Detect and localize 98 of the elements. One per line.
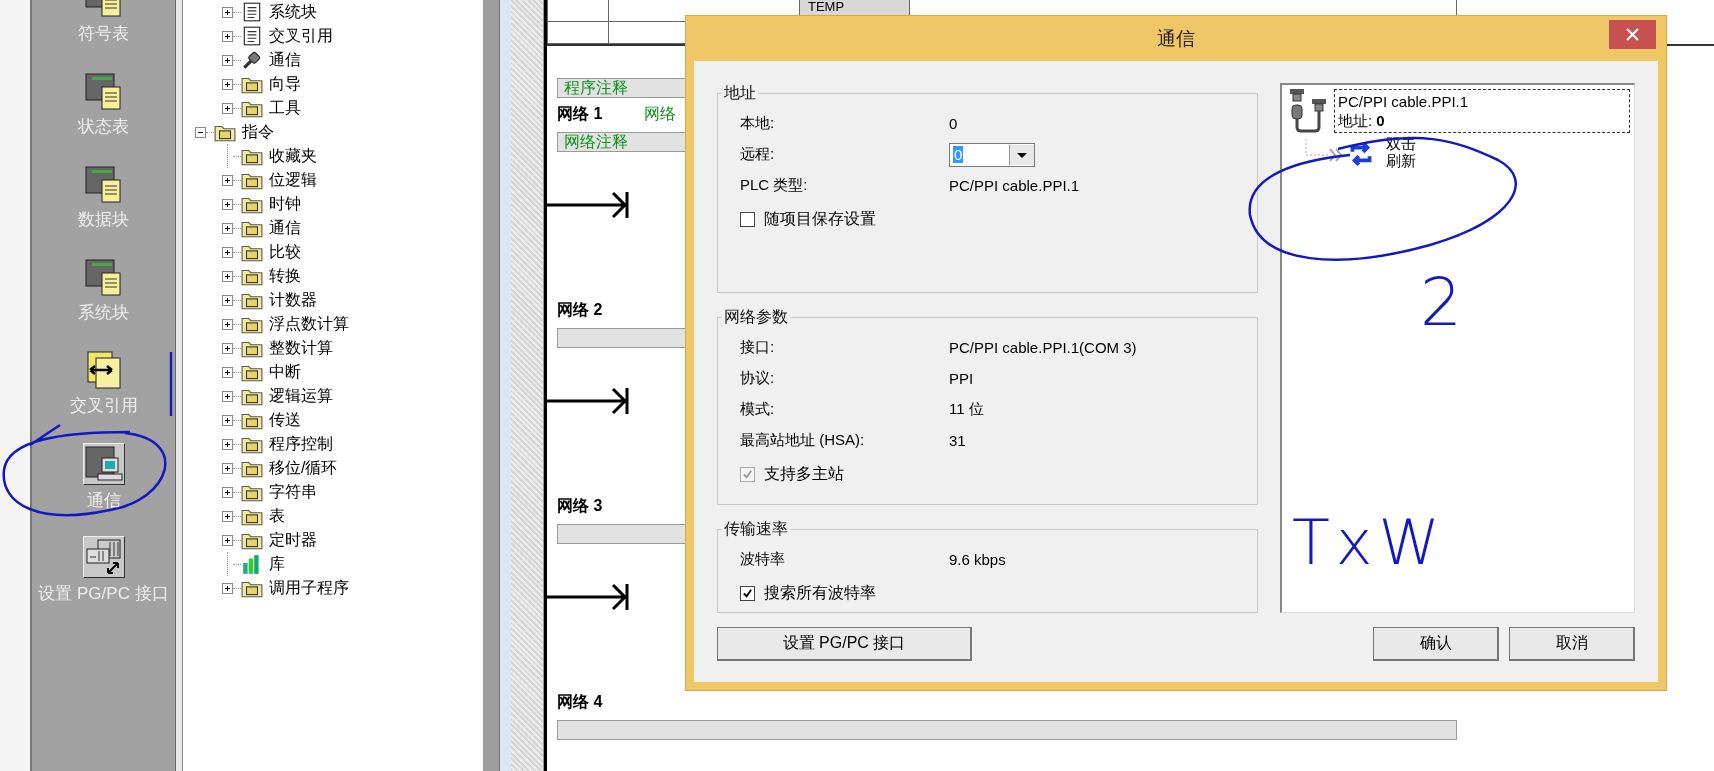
network-label: 网络 2: [557, 299, 603, 320]
network-label: 网络 1: [557, 103, 603, 124]
ink-line: [169, 352, 173, 416]
tree-item[interactable]: 交叉引用: [269, 25, 333, 47]
handwritten-note: 2: [1420, 270, 1462, 336]
close-icon: [1626, 28, 1639, 41]
expand-toggle[interactable]: [222, 342, 233, 354]
expand-toggle[interactable]: [222, 30, 233, 42]
ok-button[interactable]: 确认: [1373, 627, 1499, 661]
tree-item[interactable]: 调用子程序: [269, 577, 349, 599]
tree-item[interactable]: 向导: [269, 73, 301, 95]
set-interface-button[interactable]: 设置 PG/PC 接口: [717, 627, 972, 661]
field-value: PC/PPI cable.PPI.1: [949, 177, 1080, 194]
checkbox[interactable]: [740, 212, 755, 227]
collapse-toggle[interactable]: [195, 126, 206, 138]
tree-item[interactable]: 表: [269, 505, 285, 527]
tree-item[interactable]: 字符串: [269, 481, 317, 503]
field-value: 11 位: [949, 400, 984, 419]
field-value: PC/PPI cable.PPI.1(COM 3): [949, 339, 1137, 356]
field-label: 模式:: [740, 400, 776, 419]
close-button[interactable]: [1609, 20, 1656, 49]
tree-item[interactable]: 浮点数计算: [269, 313, 349, 335]
expand-toggle[interactable]: [222, 462, 233, 474]
group-title: 地址: [723, 83, 757, 103]
tree-item[interactable]: 工具: [269, 97, 301, 119]
expand-toggle[interactable]: [222, 54, 233, 66]
field-label: 本地:: [740, 114, 776, 133]
plug-icon: [241, 50, 263, 70]
expand-toggle[interactable]: [222, 222, 233, 234]
splitter-bar[interactable]: [499, 0, 511, 771]
checkbox[interactable]: [740, 586, 755, 601]
group-title: 网络参数: [723, 307, 789, 327]
device-node[interactable]: PC/PPI cable.PPI.1 地址: 0: [1334, 89, 1630, 133]
tree-item[interactable]: 指令: [242, 121, 274, 143]
tree-item[interactable]: 通信: [269, 217, 301, 239]
expand-toggle[interactable]: [222, 414, 233, 426]
tree-item[interactable]: 传送: [269, 409, 301, 431]
tree-item[interactable]: 整数计算: [269, 337, 333, 359]
dialog-title: 通信: [1157, 26, 1195, 51]
expand-toggle[interactable]: [222, 102, 233, 114]
expand-toggle[interactable]: [222, 270, 233, 282]
tree-item[interactable]: 中断: [269, 361, 301, 383]
tree-item[interactable]: 时钟: [269, 193, 301, 215]
field-label: 远程:: [740, 145, 776, 164]
tree-item[interactable]: 比较: [269, 241, 301, 263]
expand-toggle[interactable]: [222, 582, 233, 594]
checkbox-label: 搜索所有波特率: [764, 583, 876, 603]
computer-icon: [82, 443, 125, 485]
network-label: 网络 4: [557, 691, 603, 712]
network-label: 网络 3: [557, 495, 603, 516]
field-label: 接口:: [740, 338, 776, 357]
handwritten-note: TxW: [1292, 512, 1446, 574]
field-label: 波特率: [740, 550, 786, 569]
field-value: 31: [949, 432, 966, 449]
expand-toggle[interactable]: [222, 510, 233, 522]
expand-toggle[interactable]: [222, 534, 233, 546]
expand-toggle[interactable]: [222, 246, 233, 258]
expand-toggle[interactable]: [222, 174, 233, 186]
module-document-icon: [83, 164, 124, 204]
expand-toggle[interactable]: [222, 390, 233, 402]
expand-toggle[interactable]: [222, 438, 233, 450]
cancel-button[interactable]: 取消: [1509, 627, 1635, 661]
field-label: 最高站地址 (HSA):: [740, 431, 866, 450]
tree-item[interactable]: 移位/循环: [269, 457, 338, 479]
checkbox-label: 支持多主站: [764, 464, 844, 484]
module-document-icon: [83, 71, 124, 111]
expand-toggle[interactable]: [222, 198, 233, 210]
network-title[interactable]: 网络: [644, 103, 677, 125]
tree-item[interactable]: 转换: [269, 265, 301, 287]
expand-toggle[interactable]: [222, 78, 233, 90]
checkbox-label: 随项目保存设置: [764, 209, 876, 229]
tree-item[interactable]: 计数器: [269, 289, 317, 311]
field-value: PPI: [949, 370, 974, 387]
connector-line: [1304, 139, 1344, 163]
field-label: PLC 类型:: [740, 176, 809, 195]
expand-toggle[interactable]: [222, 486, 233, 498]
expand-toggle[interactable]: [222, 318, 233, 330]
table-cell: [547, 0, 609, 22]
tree-item[interactable]: 收藏夹: [269, 145, 317, 167]
tree-item[interactable]: 通信: [269, 49, 301, 71]
field-label: 协议:: [740, 369, 776, 388]
expand-toggle[interactable]: [222, 366, 233, 378]
device-address: 地址: 0: [1338, 111, 1386, 130]
module-document-icon: [83, 257, 124, 297]
tree-item[interactable]: 库: [269, 553, 285, 575]
document-icon: [241, 26, 263, 46]
tree-item[interactable]: 位逻辑: [269, 169, 317, 191]
expand-toggle[interactable]: [222, 6, 233, 18]
field-value: 9.6 kbps: [949, 551, 1006, 568]
rack-icon: [82, 536, 125, 578]
tree-item[interactable]: 逻辑运算: [269, 385, 333, 407]
device-name: PC/PPI cable.PPI.1: [1338, 92, 1470, 111]
field-value: 0: [949, 115, 958, 132]
tree-item[interactable]: 程序控制: [269, 433, 333, 455]
group-title: 传输速率: [723, 519, 789, 539]
tree-item[interactable]: 系统块: [269, 1, 317, 23]
tree-item[interactable]: 定时器: [269, 529, 317, 551]
expand-toggle[interactable]: [222, 294, 233, 306]
